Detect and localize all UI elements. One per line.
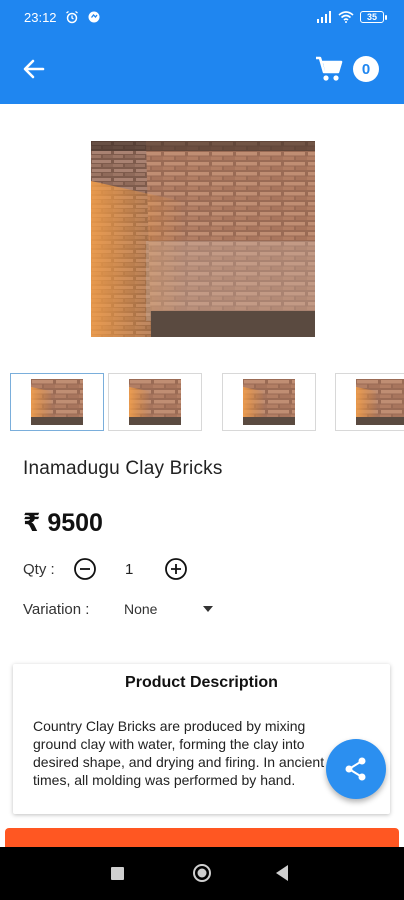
quantity-stepper: Qty : 1 bbox=[23, 557, 323, 583]
qty-label: Qty : bbox=[23, 561, 55, 578]
alarm-icon bbox=[65, 10, 78, 24]
qty-value: 1 bbox=[125, 561, 134, 578]
variation-label: Variation : bbox=[23, 601, 90, 618]
cart-icon[interactable] bbox=[314, 54, 344, 84]
thumbnail-image bbox=[243, 379, 295, 425]
signal-icon bbox=[317, 11, 331, 23]
home-icon[interactable] bbox=[192, 863, 212, 883]
arrow-left-icon[interactable] bbox=[20, 55, 48, 83]
thumbnail-4[interactable] bbox=[335, 373, 404, 431]
description-line: ground clay with water, forming the clay… bbox=[33, 736, 305, 752]
battery-icon: 35 bbox=[360, 11, 387, 23]
description-line: times, all molding was performed by hand… bbox=[33, 772, 296, 788]
product-price: ₹ 9500 bbox=[23, 509, 103, 537]
product-detail-screen: 23:12 35 0 Inamadugu Clay Bricks ₹ 9500 … bbox=[0, 0, 404, 900]
minus-circle-icon[interactable] bbox=[73, 557, 97, 581]
product-title: Inamadugu Clay Bricks bbox=[23, 458, 223, 479]
description-line: Country Clay Bricks are produced by mixi… bbox=[33, 718, 306, 734]
battery-level: 35 bbox=[366, 12, 377, 22]
description-line: desired shape, and drying and firing. In… bbox=[33, 754, 325, 770]
recents-icon[interactable] bbox=[111, 867, 124, 880]
thumbnail-3[interactable] bbox=[222, 373, 316, 431]
caret-down-icon bbox=[203, 606, 213, 612]
description-title: Product Description bbox=[125, 674, 278, 691]
description-text: Country Clay Bricks are produced by mixi… bbox=[33, 717, 355, 789]
system-nav-bar bbox=[0, 847, 404, 900]
thumbnail-strip bbox=[0, 373, 404, 433]
share-button[interactable] bbox=[326, 739, 386, 799]
thumbnail-image bbox=[356, 379, 404, 425]
status-time: 23:12 bbox=[24, 9, 57, 25]
variation-row: Variation : None bbox=[23, 600, 323, 622]
notification-icon bbox=[88, 11, 100, 23]
back-triangle-icon[interactable] bbox=[276, 865, 288, 881]
variation-dropdown[interactable]: None bbox=[123, 600, 219, 622]
wifi-icon bbox=[338, 11, 354, 23]
app-bar: 0 bbox=[0, 34, 404, 104]
share-icon bbox=[345, 757, 366, 781]
product-main-image bbox=[91, 141, 315, 337]
plus-circle-icon[interactable] bbox=[164, 557, 188, 581]
variation-value: None bbox=[124, 601, 158, 617]
product-description-card: Product Description Country Clay Bricks … bbox=[13, 664, 390, 814]
thumbnail-2[interactable] bbox=[108, 373, 202, 431]
thumbnail-1[interactable] bbox=[10, 373, 104, 431]
thumbnail-image bbox=[129, 379, 181, 425]
cart-count-badge[interactable]: 0 bbox=[353, 56, 379, 82]
status-bar: 23:12 35 bbox=[0, 0, 404, 34]
thumbnail-image bbox=[31, 379, 83, 425]
